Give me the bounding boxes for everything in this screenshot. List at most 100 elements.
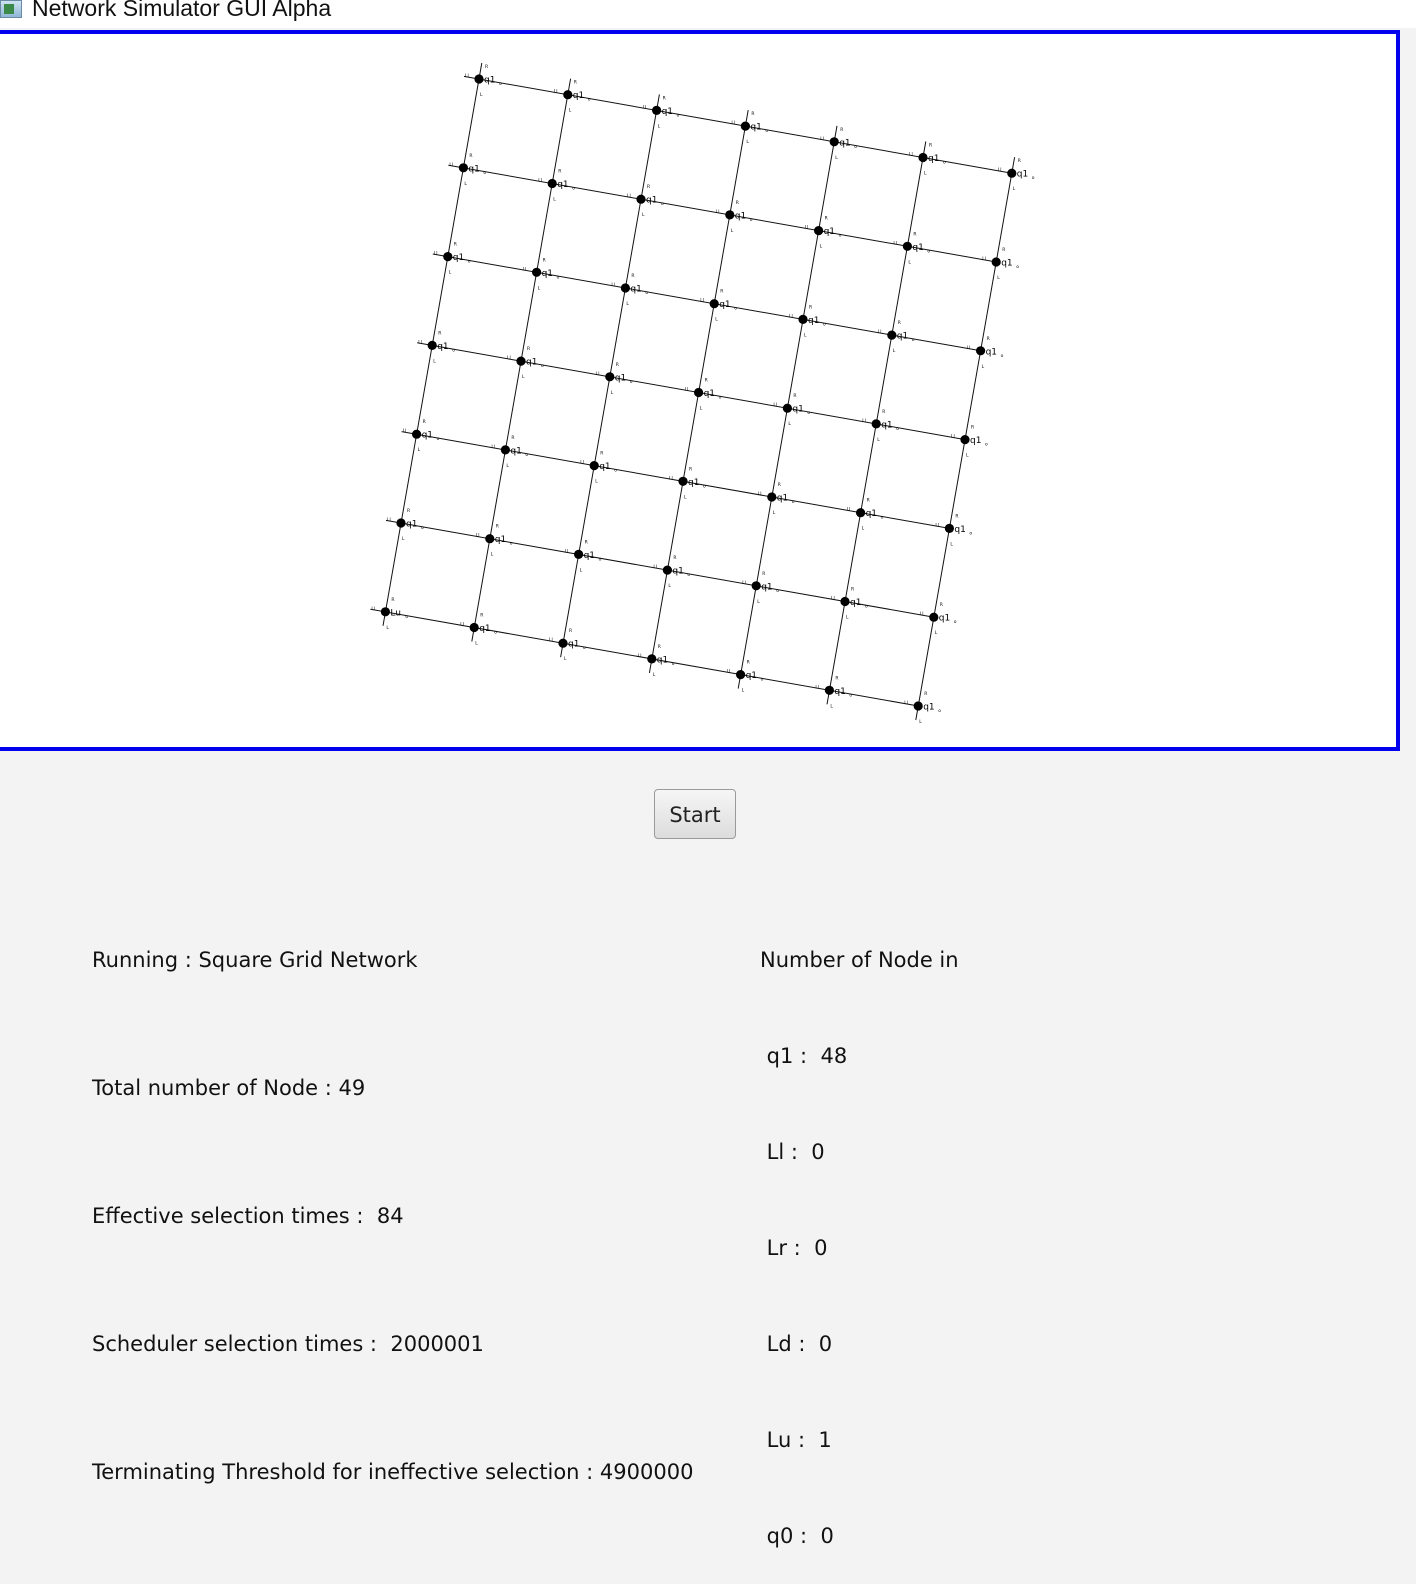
- port-label-right: R: [751, 111, 754, 117]
- port-label-down: L: [464, 181, 467, 187]
- node-sub-label: o: [525, 453, 528, 458]
- port-label-down: L: [564, 656, 567, 662]
- node-sub-label: o: [405, 615, 408, 620]
- network-node: [427, 340, 437, 350]
- network-node: [647, 654, 657, 664]
- port-label-right: R: [955, 513, 958, 519]
- port-label-down: L: [924, 171, 927, 177]
- node-sub-label: o: [645, 291, 648, 296]
- network-node: [798, 314, 808, 324]
- node-sub-label: o: [677, 113, 680, 118]
- node-state-label: q1: [792, 405, 803, 415]
- network-node: [829, 137, 839, 147]
- port-label-left: Ll: [627, 193, 631, 199]
- node-state-label: q1: [484, 76, 495, 86]
- port-label-down: L: [595, 479, 598, 485]
- port-label-down: L: [491, 552, 494, 558]
- port-label-right: R: [851, 587, 854, 593]
- port-label-left: Ll: [862, 418, 866, 424]
- network-node: [678, 476, 688, 486]
- node-sub-label: o: [541, 364, 544, 369]
- port-label-down: L: [668, 583, 671, 589]
- port-label-left: Ll: [418, 339, 422, 345]
- port-label-down: L: [804, 332, 807, 338]
- port-label-down: L: [997, 275, 1000, 281]
- network-node: [751, 581, 761, 591]
- port-label-left: Ll: [685, 387, 689, 393]
- effective-selection-label: Effective selection times : 84: [92, 1204, 404, 1228]
- port-label-down: L: [449, 270, 452, 276]
- port-label-down: L: [386, 625, 389, 631]
- network-node: [856, 508, 866, 518]
- port-label-left: Ll: [434, 251, 438, 257]
- port-label-right: R: [569, 628, 572, 634]
- port-label-down: L: [642, 212, 645, 218]
- node-sub-label: o: [839, 234, 842, 239]
- node-state-label: q1: [850, 598, 861, 608]
- port-label-right: R: [558, 169, 561, 175]
- network-node: [396, 518, 406, 528]
- port-label-right: R: [423, 419, 426, 425]
- node-sub-label: o: [865, 605, 868, 610]
- network-node: [474, 74, 484, 84]
- count-lu: Lu : 1: [760, 1428, 832, 1452]
- port-label-right: R: [574, 80, 577, 86]
- node-sub-label: o: [468, 260, 471, 265]
- network-node: [574, 549, 584, 560]
- port-label-left: Ll: [935, 522, 939, 528]
- network-node: [485, 534, 495, 544]
- port-label-right: R: [485, 64, 488, 70]
- running-label: Running : Square Grid Network: [92, 948, 418, 972]
- network-node: [636, 194, 646, 204]
- port-label-right: R: [924, 691, 927, 697]
- port-label-left: Ll: [815, 684, 819, 690]
- network-node: [458, 163, 468, 173]
- network-node: [620, 283, 631, 293]
- port-label-left: Ll: [758, 491, 762, 497]
- node-state-label: q1: [719, 300, 730, 310]
- node-sub-label: o: [494, 631, 497, 636]
- port-label-right: R: [720, 289, 723, 295]
- node-state-label: q1: [453, 253, 464, 263]
- node-state-label: q1: [954, 525, 965, 535]
- node-state-label: q1: [939, 614, 950, 624]
- port-label-right: R: [747, 660, 750, 666]
- port-label-down: L: [919, 719, 922, 725]
- port-label-down: L: [626, 301, 629, 307]
- network-node: [913, 701, 923, 711]
- node-sub-label: o: [854, 145, 857, 150]
- node-sub-label: o: [849, 693, 852, 698]
- port-label-right: R: [913, 231, 916, 237]
- node-sub-label: o: [599, 557, 602, 562]
- network-node: [469, 622, 479, 633]
- node-sub-label: o: [765, 129, 768, 134]
- port-label-right: R: [407, 508, 410, 514]
- port-label-left: Ll: [449, 162, 453, 168]
- port-label-left: Ll: [465, 73, 469, 79]
- port-label-left: Ll: [507, 355, 511, 361]
- count-q0: q0 : 0: [760, 1524, 834, 1548]
- node-count-header: Number of Node in: [760, 948, 959, 972]
- port-label-down: L: [418, 447, 421, 453]
- node-state-label: q1: [510, 446, 521, 456]
- port-label-right: R: [882, 409, 885, 415]
- node-sub-label: o: [614, 469, 617, 474]
- port-label-down: L: [950, 541, 953, 547]
- port-label-right: R: [1018, 158, 1021, 164]
- port-label-right: R: [527, 346, 530, 352]
- port-label-right: R: [929, 143, 932, 149]
- port-label-left: Ll: [731, 120, 735, 126]
- port-label-left: Ll: [789, 313, 793, 319]
- node-state-label: q1: [657, 655, 668, 665]
- node-sub-label: o: [672, 662, 675, 667]
- network-node: [960, 435, 970, 445]
- node-sub-label: o: [985, 443, 988, 448]
- network-node: [412, 429, 422, 439]
- start-button[interactable]: Start: [654, 789, 736, 839]
- port-label-right: R: [825, 216, 828, 222]
- port-label-right: R: [480, 613, 483, 619]
- node-count-panel: Number of Node in q1 : 48 Ll : 0 Lr : 0 …: [760, 880, 959, 1584]
- port-label-right: R: [511, 435, 514, 441]
- network-node: [840, 596, 850, 607]
- port-label-left: Ll: [491, 444, 495, 450]
